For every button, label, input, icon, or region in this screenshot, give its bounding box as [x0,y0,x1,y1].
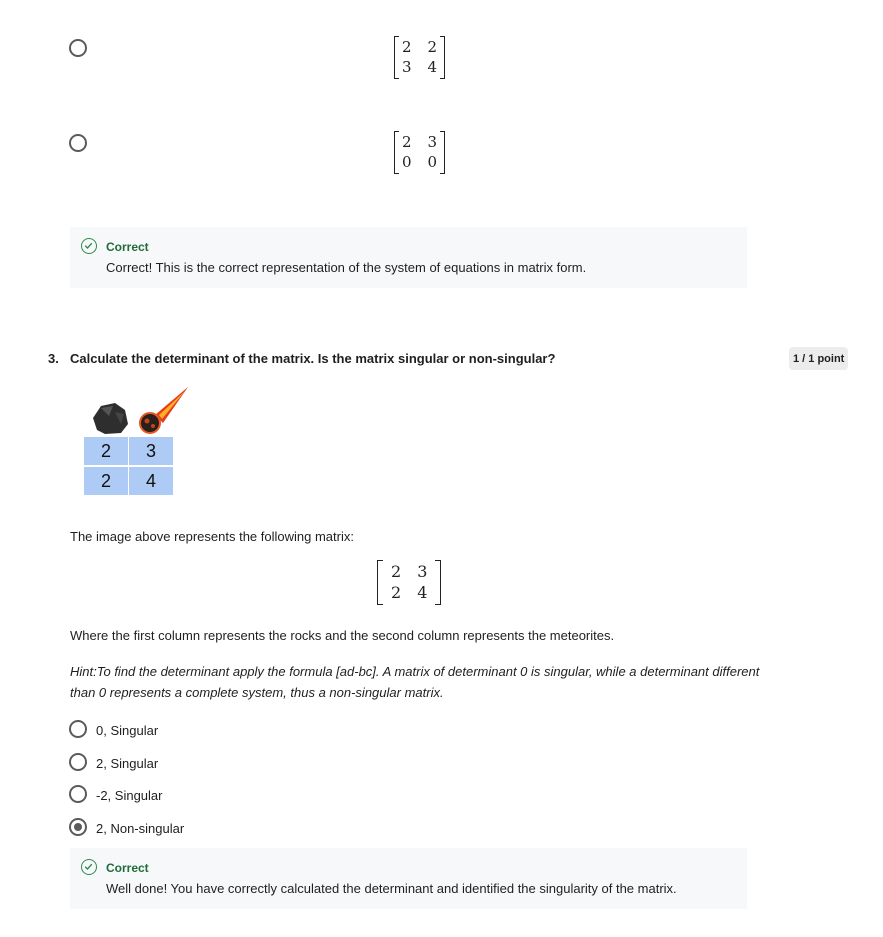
check-circle-icon [81,238,97,254]
matrix-entry: 4 [417,583,428,602]
feedback-title: Correct [106,240,149,254]
matrix-entry: 2 [391,562,402,581]
option-label-4[interactable]: 2, Non-singular [96,821,184,836]
feedback-text: Well done! You have correctly calculated… [106,881,677,896]
matrix-entry: 4 [427,58,438,76]
rock-icon [93,403,128,434]
question-title: Calculate the determinant of the matrix.… [70,351,556,366]
check-circle-icon [81,859,97,875]
illustration-cell: 2 [84,467,128,495]
feedback-text: Correct! This is the correct representat… [106,260,587,275]
radio-option-2[interactable] [69,753,87,771]
matrix-entry: 2 [391,583,402,602]
option-label-2[interactable]: 2, Singular [96,756,158,771]
feedback-title: Correct [106,861,149,875]
matrix-entry: 0 [402,153,412,171]
matrix-entry: 2 [402,38,412,56]
radio-option-3[interactable] [69,785,87,803]
illustration-cell: 3 [129,437,173,465]
matrix-option-2: 2 3 0 0 [394,131,446,174]
meteorite-icon [139,387,188,434]
matrix-display: 2 3 2 4 [377,560,442,605]
intro-text: The image above represents the following… [70,529,354,544]
radio-option-1[interactable] [69,39,87,57]
feedback-panel: Correct Correct! This is the correct rep… [70,227,747,288]
option-label-1[interactable]: 0, Singular [96,723,158,738]
matrix-entry: 3 [427,133,438,151]
illustration-cell: 2 [84,437,128,465]
feedback-panel: Correct Well done! You have correctly ca… [70,848,747,909]
hint-text: Hint:To find the determinant apply the f… [70,664,760,700]
radio-option-1[interactable] [69,720,87,738]
question-number: 3. [48,351,59,366]
matrix-illustration: 2 3 2 4 [83,385,193,497]
points-badge: 1 / 1 point [789,347,849,370]
matrix-option-1: 2 2 3 4 [394,36,446,79]
illustration-cell: 4 [129,467,173,495]
column-explanation: Where the first column represents the ro… [70,628,615,643]
matrix-entry: 3 [402,58,412,76]
matrix-entry: 2 [402,133,412,151]
option-label-3[interactable]: -2, Singular [96,788,162,803]
matrix-entry: 2 [427,38,438,56]
matrix-entry: 0 [427,153,438,171]
matrix-entry: 3 [417,562,428,581]
radio-option-4-selected[interactable] [69,818,87,836]
radio-option-2[interactable] [69,134,87,152]
